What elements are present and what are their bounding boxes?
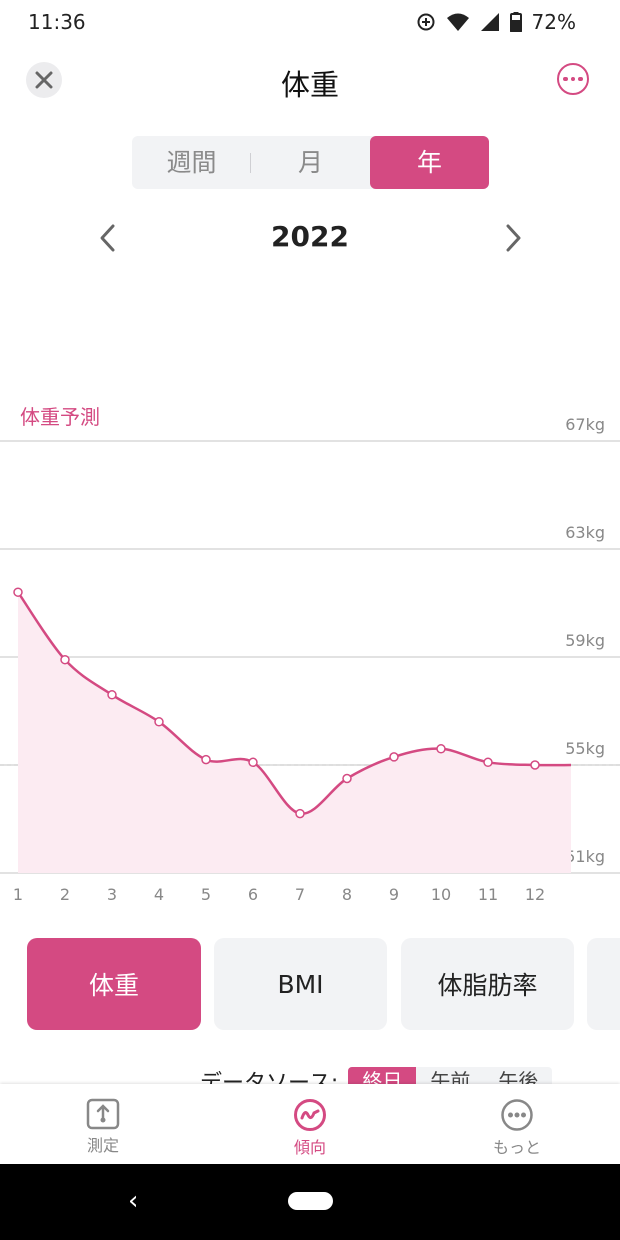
status-icons: 72% xyxy=(416,10,576,34)
data-point xyxy=(483,757,493,768)
battery-icon xyxy=(509,12,522,32)
x-tick-label: 5 xyxy=(201,885,211,904)
metric-bmi-button[interactable]: BMI xyxy=(214,938,387,1030)
more-options-button[interactable] xyxy=(557,63,589,95)
metric-next-button[interactable] xyxy=(587,938,620,1030)
y-tick-label: 63kg xyxy=(565,523,605,542)
status-bar: 11:36 72% xyxy=(0,0,620,44)
nav-more[interactable]: もっと xyxy=(414,1084,620,1164)
trend-icon xyxy=(294,1099,326,1131)
x-tick-label: 6 xyxy=(248,885,258,904)
nav-trend-label: 傾向 xyxy=(293,1138,326,1157)
data-point xyxy=(154,717,164,727)
x-tick-label: 9 xyxy=(389,885,399,904)
data-point xyxy=(60,654,70,665)
x-tick-label: 11 xyxy=(478,885,498,904)
nav-more-label: もっと xyxy=(492,1138,541,1157)
y-tick-label: 55kg xyxy=(565,739,605,758)
battery-percent: 72% xyxy=(531,10,576,34)
data-point xyxy=(201,754,211,765)
x-tick-label: 3 xyxy=(107,885,117,904)
tab-year[interactable]: 年 xyxy=(370,136,489,189)
x-tick-label: 12 xyxy=(525,885,545,904)
tab-week[interactable]: 週間 xyxy=(132,136,251,189)
x-tick-label: 1 xyxy=(13,885,23,904)
weight-chart-svg: 体重予測67kg63kg59kg55kg51kg目標12345678910111… xyxy=(0,405,620,904)
nav-trend[interactable]: 傾向 xyxy=(207,1084,413,1164)
tab-month[interactable]: 月 xyxy=(251,136,370,189)
y-tick-label: 51kg xyxy=(565,847,605,866)
data-point xyxy=(107,690,117,700)
y-tick-label: 59kg xyxy=(565,631,605,650)
data-point xyxy=(389,752,399,762)
more-dots-icon xyxy=(501,1099,533,1131)
bottom-navigation: 測定 傾向 もっと xyxy=(0,1084,620,1164)
data-saver-icon xyxy=(417,13,435,31)
measure-icon xyxy=(86,1098,120,1130)
x-tick-label: 10 xyxy=(431,885,451,904)
next-year-button[interactable] xyxy=(500,220,526,256)
wifi-icon xyxy=(446,13,469,31)
metric-body-fat-button[interactable]: 体脂肪率 xyxy=(401,938,574,1030)
metric-weight-button[interactable]: 体重 xyxy=(27,938,201,1030)
nav-measure[interactable]: 測定 xyxy=(0,1084,206,1164)
x-tick-label: 7 xyxy=(295,885,305,904)
weight-chart: 体重予測67kg63kg59kg55kg51kg目標12345678910111… xyxy=(0,380,620,920)
page-title: 体重 xyxy=(280,68,339,102)
x-tick-label: 2 xyxy=(60,885,70,904)
data-point xyxy=(436,744,446,754)
period-label: 2022 xyxy=(271,220,349,253)
nav-measure-label: 測定 xyxy=(86,1136,119,1155)
data-point xyxy=(530,760,540,770)
more-icon xyxy=(563,76,568,82)
system-back-icon[interactable]: ‹ xyxy=(128,1186,138,1216)
data-point xyxy=(295,808,305,819)
y-tick-label: 67kg xyxy=(565,415,605,434)
series-area xyxy=(18,592,571,873)
data-point xyxy=(248,757,258,768)
status-time: 11:36 xyxy=(28,10,86,34)
signal-icon xyxy=(480,13,499,31)
chevron-right-icon xyxy=(506,224,521,252)
system-home-pill[interactable] xyxy=(288,1192,333,1210)
range-segmented-control: 週間 月 年 xyxy=(132,136,489,189)
x-tick-label: 4 xyxy=(154,885,164,904)
data-point xyxy=(342,773,352,784)
x-tick-label: 8 xyxy=(342,885,352,904)
chart-title: 体重予測 xyxy=(20,405,100,429)
data-point xyxy=(13,587,23,597)
